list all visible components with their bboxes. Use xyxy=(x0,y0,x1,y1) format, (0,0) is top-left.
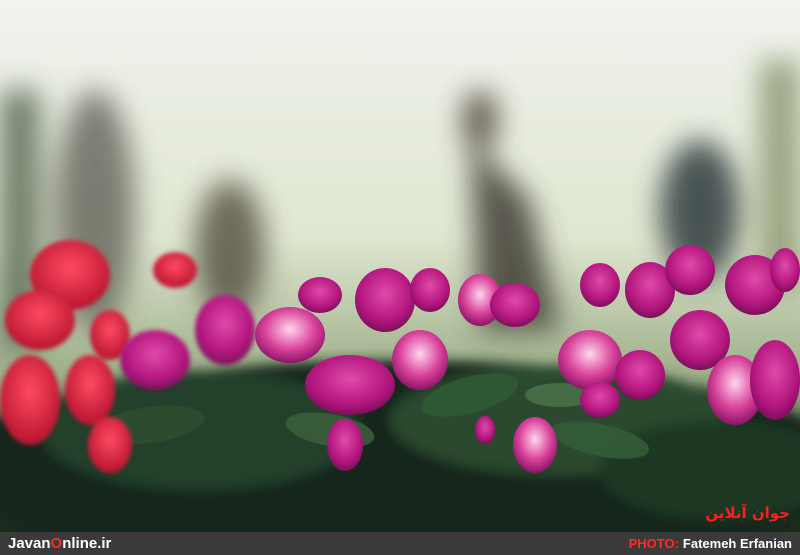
photo-frame: جوان آنلاین JavanOnline.ir PHOTO: Fatemeh… xyxy=(0,0,800,555)
photo-credit: PHOTO: Fatemeh Erfanian xyxy=(629,536,792,551)
javan-logo-watermark: جوان آنلاین xyxy=(705,504,790,522)
site-accent: O xyxy=(50,535,63,552)
photo-label: PHOTO: xyxy=(628,536,679,551)
site-prefix: Javan xyxy=(8,535,51,552)
photo-footer-bar: JavanOnline.ir PHOTO: Fatemeh Erfanian xyxy=(0,532,800,555)
cyclamen-photo xyxy=(0,0,800,532)
photographer-name: Fatemeh Erfanian xyxy=(682,536,792,551)
site-name[interactable]: JavanOnline.ir xyxy=(8,535,111,552)
site-suffix: nline.ir xyxy=(62,535,112,552)
